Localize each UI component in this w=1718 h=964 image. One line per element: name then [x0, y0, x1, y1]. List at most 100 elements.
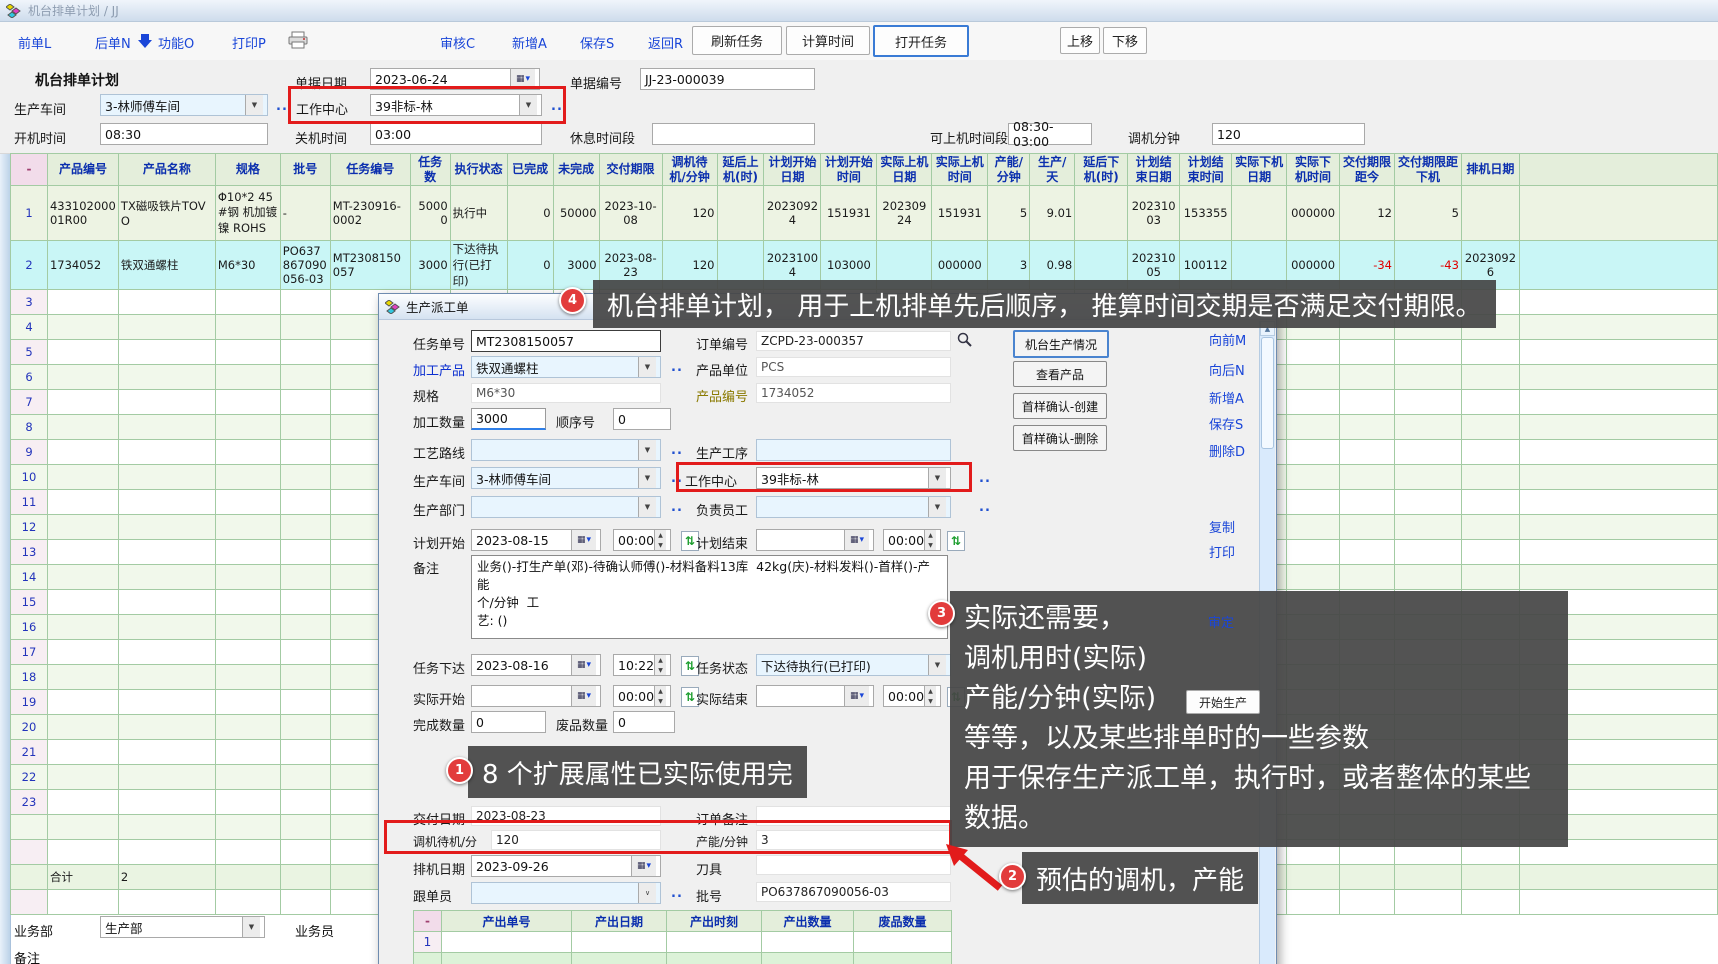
- chevron-down-icon[interactable]: ▼: [928, 497, 946, 517]
- actual-end-time[interactable]: 00:00 ▲▼: [883, 685, 941, 707]
- grid-cell[interactable]: 43310200001R00: [47, 186, 118, 241]
- column-header[interactable]: 实际下机日期: [1232, 154, 1287, 186]
- grid-cell[interactable]: [118, 315, 215, 340]
- grid-cell[interactable]: [1340, 890, 1395, 915]
- plan-end-time[interactable]: 00:00 ▲▼: [883, 529, 941, 551]
- column-header[interactable]: 延后上机(时): [717, 154, 764, 186]
- grid-cell[interactable]: [47, 365, 118, 390]
- grid-cell[interactable]: [1287, 515, 1340, 540]
- grid-cell[interactable]: [215, 540, 280, 565]
- grid-cell[interactable]: [215, 615, 280, 640]
- grid-cell[interactable]: [280, 690, 330, 715]
- grid-cell[interactable]: [1287, 465, 1340, 490]
- grid-cell[interactable]: M6*30: [215, 241, 280, 290]
- grid-cell[interactable]: [118, 765, 215, 790]
- column-header[interactable]: 产能/分钟: [988, 154, 1030, 186]
- grid-cell[interactable]: MT2308150057: [330, 241, 410, 290]
- column-header[interactable]: 调机待机/分钟: [662, 154, 717, 186]
- grid-cell[interactable]: [118, 365, 215, 390]
- route-select[interactable]: ▼: [471, 439, 661, 461]
- time-spinner[interactable]: ▲▼: [924, 530, 936, 550]
- first-sample-create-button[interactable]: 首样确认-创建: [1013, 393, 1107, 419]
- column-header[interactable]: 任务数: [410, 154, 450, 186]
- column-header[interactable]: 计划结束日期: [1128, 154, 1180, 186]
- grid-cell[interactable]: [1461, 540, 1519, 565]
- grid-cell[interactable]: [1340, 390, 1395, 415]
- grid-cell[interactable]: [47, 490, 118, 515]
- grid-cell[interactable]: 13: [11, 540, 48, 565]
- grid-cell[interactable]: [280, 365, 330, 390]
- column-header[interactable]: 实际上机时间: [932, 154, 988, 186]
- audit-link[interactable]: 审核C: [440, 33, 475, 52]
- grid-cell[interactable]: [280, 790, 330, 815]
- table-row[interactable]: 143310200001R00TX磁吸铁片TOVOΦ10*2 45#钢 机加镀镍…: [11, 186, 1718, 241]
- grid-cell[interactable]: [1461, 415, 1519, 440]
- grid-cell[interactable]: [280, 465, 330, 490]
- grid-cell[interactable]: 000000: [1287, 186, 1340, 241]
- grid-cell[interactable]: 151931: [932, 186, 988, 241]
- product-lookup-dots[interactable]: ..: [671, 360, 683, 375]
- grid-cell[interactable]: [1340, 515, 1395, 540]
- chevron-down-icon[interactable]: ▼: [638, 440, 656, 460]
- grid-cell[interactable]: [280, 290, 330, 315]
- output-cell[interactable]: [414, 953, 442, 964]
- output-cell[interactable]: [667, 953, 762, 964]
- route-lookup-dots[interactable]: ..: [671, 443, 683, 458]
- grid-cell[interactable]: [215, 665, 280, 690]
- grid-cell[interactable]: [47, 815, 118, 840]
- time-spinner[interactable]: ▲▼: [924, 686, 936, 706]
- output-cell[interactable]: [572, 932, 667, 953]
- grid-cell[interactable]: [280, 540, 330, 565]
- work-center-lookup-dots[interactable]: ..: [551, 99, 563, 114]
- grid-cell[interactable]: [1340, 365, 1395, 390]
- grid-cell[interactable]: [47, 290, 118, 315]
- column-header[interactable]: -: [11, 154, 48, 186]
- output-column-header[interactable]: 废品数量: [854, 911, 952, 932]
- workshop-lookup-dots[interactable]: ..: [276, 99, 288, 114]
- grid-cell[interactable]: [47, 690, 118, 715]
- grid-cell[interactable]: [1287, 540, 1340, 565]
- grid-cell[interactable]: 0: [507, 186, 553, 241]
- grid-cell[interactable]: 铁双通螺柱: [118, 241, 215, 290]
- grid-cell[interactable]: [118, 390, 215, 415]
- grid-cell[interactable]: [1395, 415, 1462, 440]
- add-link[interactable]: 新增A: [512, 33, 547, 52]
- grid-cell[interactable]: 2: [118, 865, 215, 890]
- refresh-task-button[interactable]: 刷新任务: [692, 26, 782, 55]
- grid-cell[interactable]: [1287, 340, 1340, 365]
- grid-cell[interactable]: [215, 640, 280, 665]
- actual-start-time[interactable]: 00:00 ▲▼: [613, 685, 671, 707]
- grid-cell[interactable]: 执行中: [450, 186, 507, 241]
- grid-cell[interactable]: [1395, 490, 1462, 515]
- grid-cell[interactable]: PO637867090056-03: [280, 241, 330, 290]
- grid-cell[interactable]: [47, 590, 118, 615]
- grid-cell[interactable]: [280, 865, 330, 890]
- work-center-select[interactable]: 39非标-林 ▼: [370, 94, 542, 116]
- grid-cell[interactable]: [215, 890, 280, 915]
- grid-cell[interactable]: [1461, 390, 1519, 415]
- grid-cell[interactable]: [118, 565, 215, 590]
- follower-select[interactable]: ∨: [471, 882, 661, 904]
- prev-doc-link[interactable]: 前单L: [18, 33, 51, 52]
- grid-cell[interactable]: [1340, 465, 1395, 490]
- grid-cell[interactable]: [1461, 440, 1519, 465]
- column-header[interactable]: 实际下机时间: [1287, 154, 1340, 186]
- grid-cell[interactable]: [1395, 865, 1462, 890]
- chevron-down-icon[interactable]: ▼: [519, 95, 537, 115]
- grid-cell[interactable]: 8: [11, 415, 48, 440]
- grid-cell[interactable]: 10: [11, 465, 48, 490]
- grid-cell[interactable]: [118, 340, 215, 365]
- output-column-header[interactable]: 产出时刻: [667, 911, 762, 932]
- grid-cell[interactable]: 11: [11, 490, 48, 515]
- grid-cell[interactable]: [11, 815, 48, 840]
- plan-start-time[interactable]: 00:00 ▲▼: [613, 529, 671, 551]
- grid-cell[interactable]: [118, 615, 215, 640]
- output-cell[interactable]: [762, 932, 854, 953]
- grid-cell[interactable]: [1519, 565, 1717, 590]
- grid-cell[interactable]: 3000: [410, 241, 450, 290]
- dlg-workshop-select[interactable]: 3-林师傅车间 ▼: [471, 467, 661, 489]
- grid-cell[interactable]: [47, 740, 118, 765]
- grid-cell[interactable]: [215, 815, 280, 840]
- done-qty-input[interactable]: 0: [471, 711, 546, 733]
- grid-cell[interactable]: [280, 615, 330, 640]
